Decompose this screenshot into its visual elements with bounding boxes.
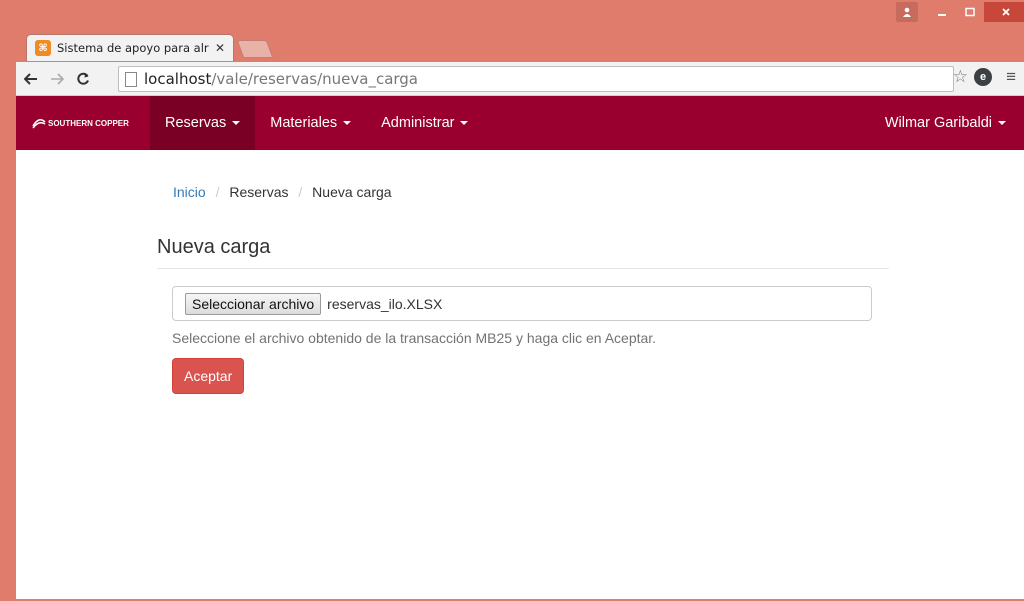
new-tab-button[interactable]	[236, 40, 274, 58]
breadcrumb-separator: /	[298, 184, 303, 200]
url-path: /vale/reservas/nueva_carga	[211, 70, 418, 88]
top-navbar: SOUTHERN COPPER Reservas Materiales Admi…	[16, 96, 1024, 150]
nav-administrar[interactable]: Administrar	[366, 96, 483, 150]
accept-button[interactable]: Aceptar	[172, 358, 245, 394]
browser-menu-icon[interactable]: ≡	[1006, 67, 1016, 87]
nav-reservas-label: Reservas	[165, 115, 227, 131]
breadcrumb-home-link[interactable]: Inicio	[173, 184, 206, 200]
choose-file-button[interactable]: Seleccionar archivo	[185, 292, 322, 315]
user-menu[interactable]: Wilmar Garibaldi	[870, 96, 1024, 150]
southern-copper-logo-icon	[32, 118, 46, 129]
browser-toolbar: localhost/vale/reservas/nueva_carga ☆ e …	[16, 62, 1024, 96]
page-title: Nueva carga	[157, 236, 889, 269]
brand-name: SOUTHERN COPPER	[48, 118, 129, 128]
tab-close-icon[interactable]: ✕	[215, 41, 225, 55]
page-viewport: SOUTHERN COPPER Reservas Materiales Admi…	[16, 96, 1024, 599]
close-window-icon[interactable]	[984, 2, 1024, 22]
page-icon	[125, 71, 137, 87]
nav-reservas[interactable]: Reservas	[150, 96, 256, 150]
bookmark-star-icon[interactable]: ☆	[953, 67, 968, 87]
window-titlebar: ⌘ Sistema de apoyo para alr ✕	[0, 0, 1024, 62]
caret-down-icon	[998, 121, 1006, 125]
caret-down-icon	[232, 121, 241, 125]
maximize-icon[interactable]	[956, 2, 984, 22]
user-name: Wilmar Garibaldi	[884, 115, 992, 131]
extension-icon[interactable]: e	[974, 68, 992, 86]
nav-administrar-label: Administrar	[381, 115, 455, 131]
address-bar[interactable]: localhost/vale/reservas/nueva_carga	[118, 66, 954, 92]
forward-icon[interactable]	[46, 68, 68, 90]
nav-materiales[interactable]: Materiales	[255, 96, 366, 150]
app-favicon-icon: ⌘	[35, 40, 51, 56]
selected-file-name: reservas_ilo.XLSX	[327, 295, 443, 312]
url-host: localhost	[144, 70, 212, 88]
window-left-edge	[0, 62, 16, 601]
back-icon[interactable]	[20, 68, 42, 90]
caret-down-icon	[460, 121, 469, 125]
nav-materiales-label: Materiales	[270, 115, 338, 131]
caret-down-icon	[343, 121, 352, 125]
minimize-icon[interactable]	[928, 2, 956, 22]
browser-tab[interactable]: ⌘ Sistema de apoyo para alr ✕	[26, 34, 234, 61]
breadcrumb-section: Reservas	[229, 184, 289, 200]
help-text: Seleccione el archivo obtenido de la tra…	[172, 330, 657, 346]
file-input[interactable]: Seleccionar archivo reservas_ilo.XLSX	[172, 286, 872, 321]
tab-title: Sistema de apoyo para alr	[57, 41, 209, 55]
window-controls	[896, 2, 1024, 22]
user-profile-icon[interactable]	[896, 2, 918, 22]
breadcrumb: Inicio / Reservas / Nueva carga	[173, 184, 392, 200]
breadcrumb-separator: /	[215, 184, 220, 200]
reload-icon[interactable]	[72, 68, 94, 90]
breadcrumb-current: Nueva carga	[312, 184, 392, 200]
brand-logo[interactable]: SOUTHERN COPPER	[16, 96, 150, 150]
